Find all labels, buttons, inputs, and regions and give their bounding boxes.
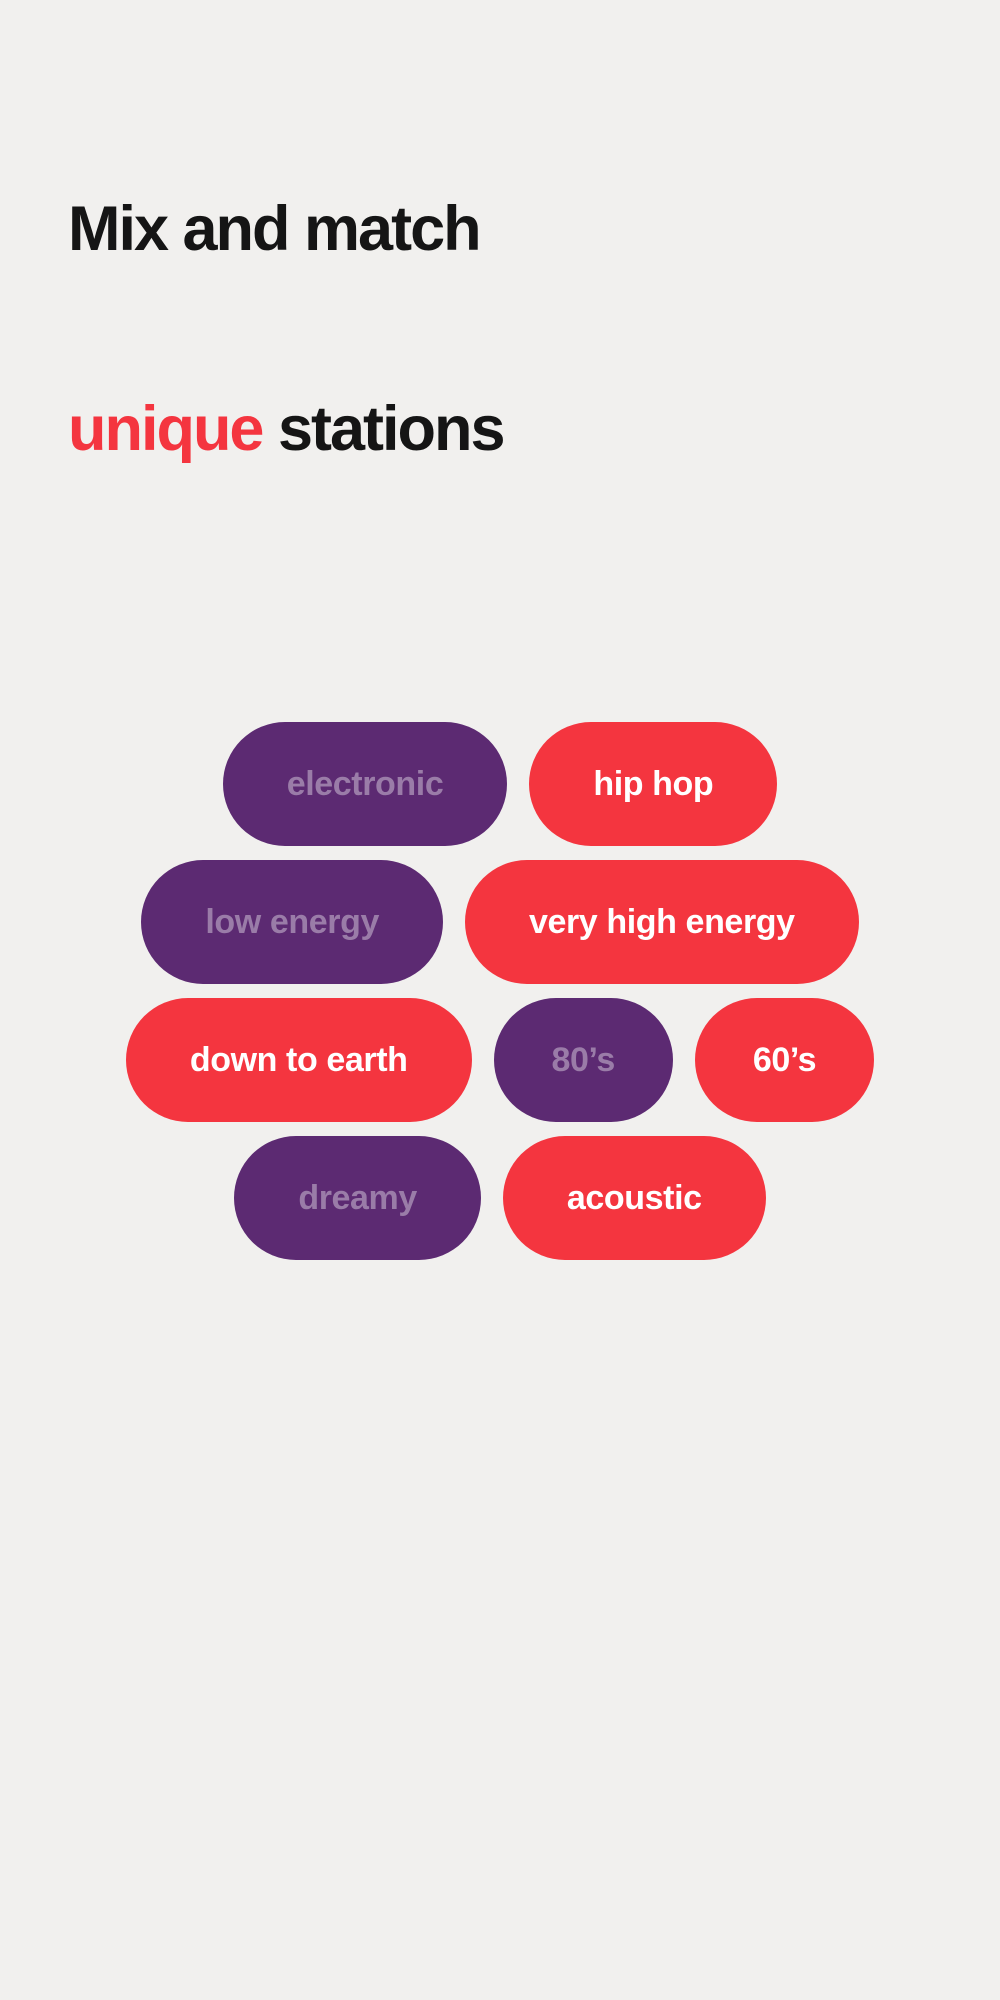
station-tag-label: very high energy xyxy=(528,902,795,941)
station-tag-label: dreamy xyxy=(298,1178,417,1217)
station-tag-row-1: electronic hip hop xyxy=(0,722,1000,846)
station-tag-label: hip hop xyxy=(593,764,714,803)
station-tag-label: low energy xyxy=(205,902,379,941)
page-title-line-1: Mix and match xyxy=(68,193,482,264)
station-tag-label: electronic xyxy=(286,764,444,803)
onboarding-screen: Mix and match unique stations electronic… xyxy=(0,0,1000,2000)
station-tag-dreamy[interactable]: dreamy xyxy=(234,1136,481,1260)
station-tag-60s[interactable]: 60’s xyxy=(694,998,875,1122)
station-tag-row-4: dreamy acoustic xyxy=(0,1136,1000,1260)
page-title-line-2: unique stations xyxy=(68,393,948,464)
station-tag-label: 80’s xyxy=(551,1040,616,1079)
station-tag-label: acoustic xyxy=(566,1178,702,1217)
station-tag-cloud: electronic hip hop low energy very high … xyxy=(0,722,1000,1260)
station-tag-electronic[interactable]: electronic xyxy=(222,722,508,846)
station-tag-80s[interactable]: 80’s xyxy=(493,998,673,1122)
station-tag-hip-hop[interactable]: hip hop xyxy=(529,722,778,846)
station-tag-label: down to earth xyxy=(189,1040,408,1079)
page-title-accent-word: unique xyxy=(68,393,264,464)
page-title-line-2-rest: stations xyxy=(262,393,506,464)
station-tag-low-energy[interactable]: low energy xyxy=(141,860,443,984)
station-tag-label: 60’s xyxy=(752,1040,817,1079)
station-tag-row-3: down to earth 80’s 60’s xyxy=(0,998,1000,1122)
page-title: Mix and match unique stations xyxy=(68,62,948,596)
station-tag-down-to-earth[interactable]: down to earth xyxy=(125,998,472,1122)
station-tag-acoustic[interactable]: acoustic xyxy=(502,1136,766,1260)
station-tag-row-2: low energy very high energy xyxy=(0,860,1000,984)
station-tag-very-high-energy[interactable]: very high energy xyxy=(464,860,859,984)
